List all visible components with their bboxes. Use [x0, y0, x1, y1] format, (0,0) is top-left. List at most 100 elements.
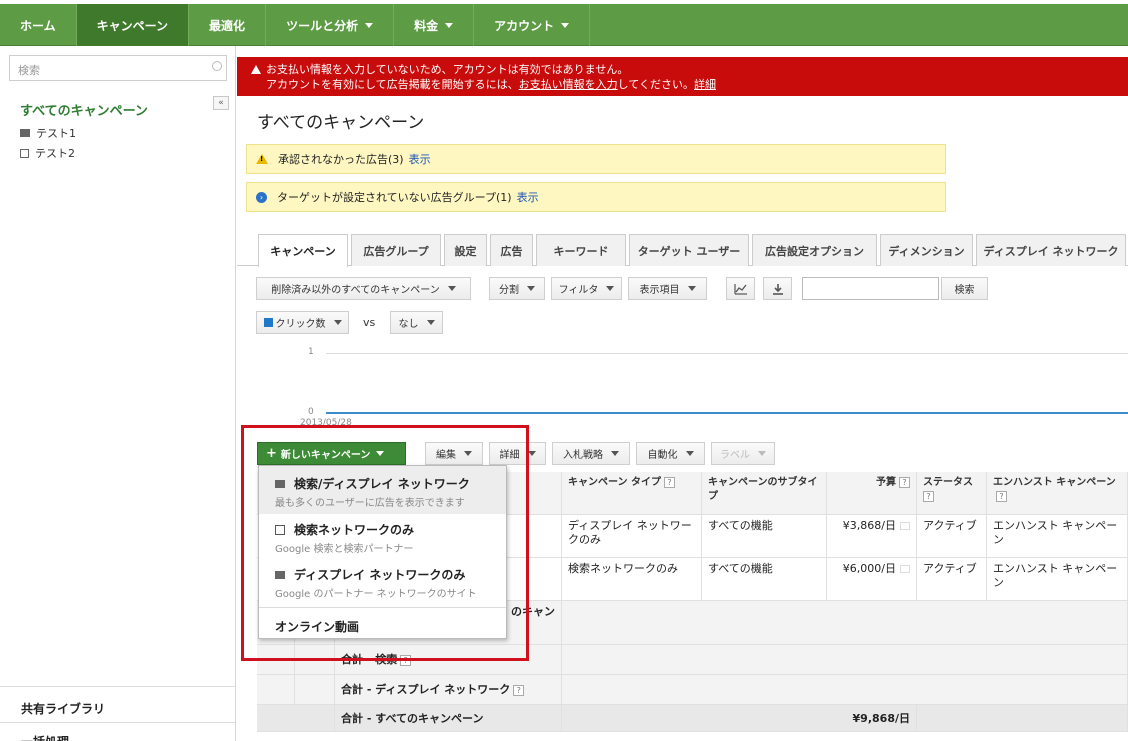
tab-ads[interactable]: 広告 — [490, 234, 533, 266]
filter-dropdown[interactable]: フィルタ — [551, 277, 622, 300]
nav-account[interactable]: アカウント — [474, 4, 591, 46]
notice-show-link[interactable]: 表示 — [409, 151, 431, 167]
cell-budget[interactable]: ¥3,868/日 — [827, 515, 917, 558]
bid-strategy-dropdown[interactable]: 入札戦略 — [552, 442, 630, 465]
header-campaign-type[interactable]: キャンペーン タイプ? — [562, 472, 702, 515]
columns-label: 表示項目 — [639, 285, 680, 296]
menu-item-subtitle: 最も多くのユーザーに広告を表示できます — [275, 498, 465, 509]
total-search-label: 合計 - 検索 — [341, 653, 398, 666]
help-icon[interactable]: ? — [663, 477, 675, 488]
metric1-label: クリック数 — [275, 319, 326, 330]
sidebar-search-input[interactable]: 検索 — [9, 55, 227, 81]
help-icon[interactable]: ? — [923, 491, 934, 502]
download-button[interactable] — [763, 277, 792, 300]
menu-item-title: オンライン動画 — [275, 620, 360, 634]
edit-budget-icon[interactable] — [900, 522, 910, 530]
segment-dropdown[interactable]: 分割 — [489, 277, 545, 300]
header-label: キャンペーン タイプ — [568, 477, 661, 488]
nav-optimize[interactable]: 最適化 — [189, 4, 267, 46]
header-enhanced[interactable]: エンハンスト キャンペーン? — [987, 472, 1128, 515]
tab-dimensions[interactable]: ディメンション — [880, 234, 973, 266]
top-nav: ホーム キャンペーン 最適化 ツールと分析 料金 アカウント — [0, 4, 1128, 46]
tab-campaigns[interactable]: キャンペーン — [258, 234, 348, 267]
header-label: ステータス — [923, 477, 973, 488]
table-search-input[interactable] — [802, 277, 939, 300]
header-budget[interactable]: 予算? — [827, 472, 917, 515]
header-status[interactable]: ステータス? — [917, 472, 987, 515]
cell-budget[interactable]: ¥6,000/日 — [827, 558, 917, 601]
sidebar-campaign-item[interactable]: テスト2 — [20, 145, 75, 161]
help-icon[interactable]: ? — [513, 685, 525, 696]
table-cell — [257, 645, 295, 675]
cell-status: アクティブ — [917, 515, 987, 558]
chart-toggle-button[interactable] — [726, 277, 755, 300]
chevron-down-icon — [611, 451, 619, 456]
chevron-down-icon — [758, 451, 766, 456]
sidebar-campaign-item[interactable]: テスト1 — [20, 125, 76, 141]
sidebar-all-campaigns[interactable]: すべてのキャンペーン — [20, 100, 148, 119]
tab-audiences[interactable]: ターゲット ユーザー — [629, 234, 749, 266]
table-cell — [295, 645, 335, 675]
new-campaign-label: 新しいキャンペーン — [280, 450, 371, 461]
metric1-dropdown[interactable]: クリック数 — [256, 311, 349, 334]
automate-dropdown[interactable]: 自動化 — [636, 442, 705, 465]
details-label: 詳細 — [499, 450, 520, 461]
tab-keywords[interactable]: キーワード — [536, 234, 626, 266]
nav-optimize-label: 最適化 — [209, 18, 246, 33]
tab-ad-extensions[interactable]: 広告設定オプション — [752, 234, 877, 266]
sidebar-bulk-operations[interactable]: 一括処理 — [0, 722, 235, 741]
page-title: すべてのキャンペーン — [257, 113, 425, 133]
details-dropdown[interactable]: 詳細 — [489, 442, 546, 465]
tab-display-network[interactable]: ディスプレイ ネットワーク — [976, 234, 1126, 266]
header-label: 予算 — [876, 477, 896, 488]
tab-ad-groups[interactable]: 広告グループ — [351, 234, 441, 266]
table-search-button[interactable]: 検索 — [941, 277, 988, 300]
alert-details-link[interactable]: 詳細 — [694, 78, 716, 91]
nav-home[interactable]: ホーム — [0, 4, 77, 46]
help-icon[interactable]: ? — [899, 477, 910, 488]
alert-line2-prefix: アカウントを有効にして広告掲載を開始するには、 — [266, 78, 519, 91]
sidebar-campaign-name: テスト1 — [36, 127, 76, 140]
menu-item-search-display[interactable]: 検索/ディスプレイ ネットワーク 最も多くのユーザーに広告を表示できます — [259, 466, 506, 514]
billing-info-link[interactable]: お支払い情報を入力 — [519, 78, 618, 91]
menu-item-search-only[interactable]: 検索ネットワークのみ Google 検索と検索パートナー — [259, 514, 506, 560]
edit-budget-icon[interactable] — [900, 565, 910, 573]
search-icon[interactable] — [212, 61, 222, 71]
cell-campaign-type: ディスプレイ ネットワークのみ — [562, 515, 702, 558]
help-icon[interactable]: ? — [400, 655, 412, 666]
chevron-down-icon — [365, 22, 374, 28]
columns-dropdown[interactable]: 表示項目 — [628, 277, 707, 300]
tab-settings[interactable]: 設定 — [444, 234, 487, 266]
cell-status: アクティブ — [917, 558, 987, 601]
sidebar-shared-library[interactable]: 共有ライブラリ — [0, 686, 235, 722]
table-search-button-label: 検索 — [954, 285, 975, 296]
table-cell — [295, 675, 335, 705]
edit-dropdown[interactable]: 編集 — [425, 442, 483, 465]
labels-dropdown[interactable]: ラベル — [711, 442, 775, 465]
chart-y-tick-top: 1 — [308, 347, 314, 357]
new-campaign-button[interactable]: + 新しいキャンペーン — [257, 442, 406, 465]
new-campaign-menu: 検索/ディスプレイ ネットワーク 最も多くのユーザーに広告を表示できます 検索ネ… — [258, 465, 507, 639]
cell-enhanced: エンハンスト キャンペーン — [987, 515, 1128, 558]
sidebar-campaign-name: テスト2 — [35, 147, 75, 160]
campaign-filter-dropdown[interactable]: 削除済み以外のすべてのキャンペーン — [256, 277, 471, 300]
line-chart-icon — [733, 283, 747, 295]
header-label: キャンペーンのサブタイプ — [708, 477, 818, 502]
menu-item-subtitle: Google のパートナー ネットワークのサイト — [275, 589, 477, 600]
info-icon: › — [256, 191, 267, 203]
vs-label: vs — [363, 316, 376, 329]
nav-campaigns[interactable]: キャンペーン — [76, 4, 190, 46]
metric2-dropdown[interactable]: なし — [390, 311, 443, 334]
help-icon[interactable]: ? — [996, 491, 1007, 502]
nav-campaigns-label: キャンペーン — [96, 18, 169, 33]
menu-item-online-video[interactable]: オンライン動画 — [259, 608, 506, 638]
labels-label: ラベル — [720, 450, 750, 461]
chevron-down-icon — [464, 451, 472, 456]
menu-item-display-only[interactable]: ディスプレイ ネットワークのみ Google のパートナー ネットワークのサイト — [259, 560, 506, 606]
nav-tools[interactable]: ツールと分析 — [266, 4, 395, 46]
notice-show-link[interactable]: 表示 — [517, 189, 539, 205]
nav-billing[interactable]: 料金 — [394, 4, 475, 46]
header-subtype[interactable]: キャンペーンのサブタイプ — [702, 472, 827, 515]
sidebar-collapse-button[interactable]: « — [213, 96, 229, 110]
series-color-swatch — [263, 318, 273, 327]
